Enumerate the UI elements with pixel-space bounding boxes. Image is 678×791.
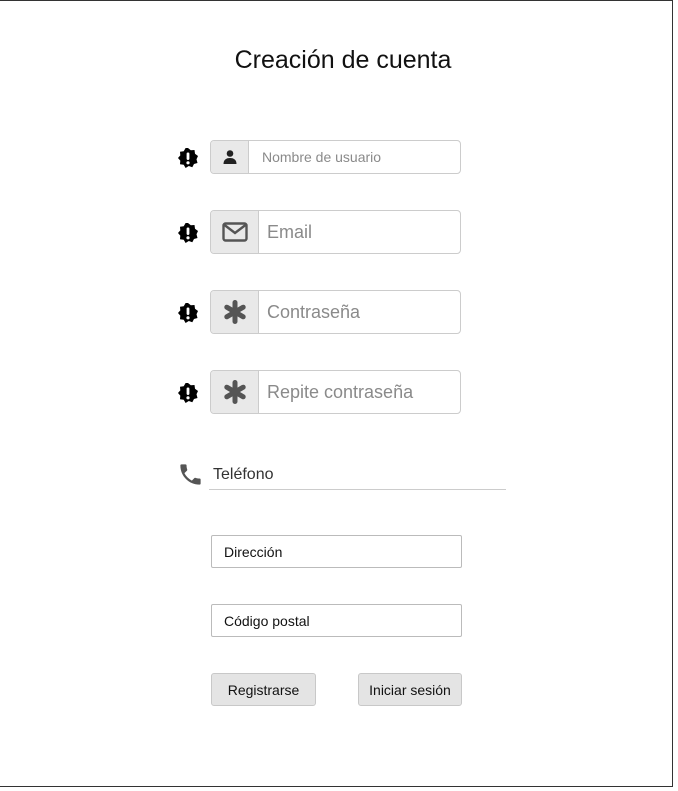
phone-icon bbox=[180, 464, 201, 485]
login-button[interactable]: Iniciar sesión bbox=[358, 673, 462, 706]
asterisk-icon bbox=[211, 371, 259, 413]
email-input-group[interactable]: Email bbox=[210, 210, 461, 254]
password-input-group[interactable]: Contraseña bbox=[210, 290, 461, 334]
envelope-icon bbox=[211, 211, 259, 253]
repeat-password-field[interactable]: Repite contraseña bbox=[259, 371, 413, 413]
alert-icon bbox=[178, 223, 198, 243]
repeat-password-input-group[interactable]: Repite contraseña bbox=[210, 370, 461, 414]
user-icon bbox=[211, 141, 249, 173]
postal-code-field[interactable]: Código postal bbox=[211, 604, 462, 637]
phone-underline bbox=[209, 489, 506, 490]
page-title: Creación de cuenta bbox=[234, 46, 452, 74]
phone-field[interactable]: Teléfono bbox=[213, 466, 274, 484]
address-field[interactable]: Dirección bbox=[211, 535, 462, 568]
username-field[interactable]: Nombre de usuario bbox=[249, 141, 381, 173]
asterisk-icon bbox=[211, 291, 259, 333]
email-field[interactable]: Email bbox=[259, 211, 312, 253]
alert-icon bbox=[178, 383, 198, 403]
register-button[interactable]: Registrarse bbox=[211, 673, 316, 706]
alert-icon bbox=[178, 148, 198, 168]
alert-icon bbox=[178, 303, 198, 323]
password-field[interactable]: Contraseña bbox=[259, 291, 360, 333]
username-input-group[interactable]: Nombre de usuario bbox=[210, 140, 461, 174]
